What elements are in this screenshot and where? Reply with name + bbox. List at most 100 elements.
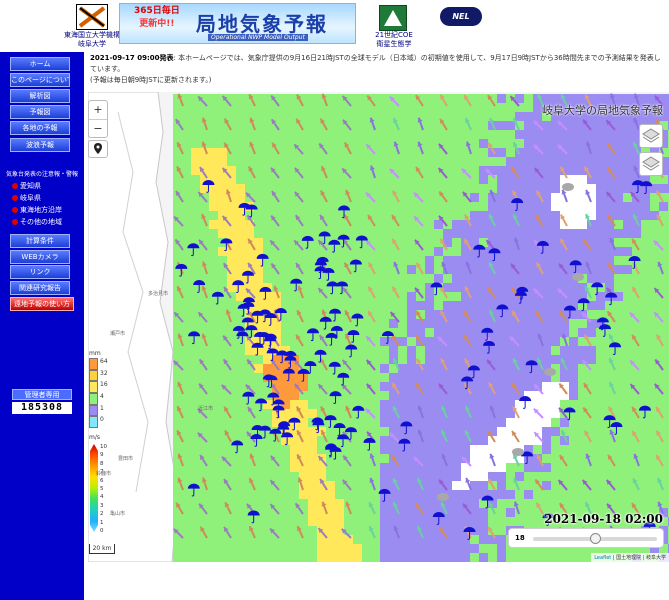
precip-cell xyxy=(596,139,606,149)
nav-item2-3[interactable]: 関連研究報告 xyxy=(10,281,70,295)
precip-cell xyxy=(623,265,633,275)
precip-cell xyxy=(425,328,435,338)
precip-cell xyxy=(470,175,480,185)
nav-item-2[interactable]: 解析図 xyxy=(10,89,70,103)
precip-cell xyxy=(191,445,201,455)
precip-cell xyxy=(371,391,381,401)
precip-cell xyxy=(524,274,534,284)
precip-cell xyxy=(236,400,246,410)
precip-cell xyxy=(371,139,381,149)
layer-switch-button[interactable] xyxy=(639,124,663,148)
coe-logo[interactable] xyxy=(379,5,407,31)
locate-button[interactable] xyxy=(88,140,108,158)
precip-cell xyxy=(542,427,552,437)
precip-cell xyxy=(371,544,381,554)
precip-cell xyxy=(200,463,210,473)
forecast-time-label: 2021-09-18 02:00 xyxy=(544,512,663,526)
map[interactable]: + − 岐阜大学の局地気象予報 mm 64 32 16 4 1 0 m/s 10 9 8 7 6 5… xyxy=(88,92,669,562)
zoom-out-button[interactable]: − xyxy=(89,120,107,138)
precip-cell xyxy=(497,319,507,329)
nav-item2-0[interactable]: 計算条件 xyxy=(10,234,70,248)
precip-cell xyxy=(281,94,291,104)
precip-cell xyxy=(173,229,183,239)
precip-cell xyxy=(488,301,498,311)
precip-cell xyxy=(569,391,579,401)
warning-link-3[interactable]: その他の地域 xyxy=(12,217,62,227)
precip-cell xyxy=(344,445,354,455)
precip-cell xyxy=(614,463,624,473)
precip-cell xyxy=(434,319,444,329)
precip-cell xyxy=(560,463,570,473)
nav-item2-2[interactable]: リンク xyxy=(10,265,70,279)
nel-logo[interactable]: NEL xyxy=(440,7,482,26)
precip-cell xyxy=(317,517,327,527)
warning-link-2[interactable]: 東海地方沿岸 xyxy=(12,205,62,215)
precip-cell xyxy=(299,400,309,410)
precip-cell xyxy=(308,283,318,293)
precip-cell xyxy=(542,499,552,509)
precip-cell xyxy=(398,283,408,293)
zoom-in-button[interactable]: + xyxy=(89,101,107,120)
precip-cell xyxy=(191,166,201,176)
nav-item-4[interactable]: 各地の予報 xyxy=(10,121,70,135)
precip-cell xyxy=(380,418,390,428)
precip-cell xyxy=(182,346,192,356)
nav-item-3[interactable]: 予報図 xyxy=(10,105,70,119)
cloud-icon xyxy=(562,183,574,191)
warning-link-0[interactable]: 愛知県 xyxy=(12,181,41,191)
time-slider-thumb[interactable] xyxy=(590,533,601,544)
map-canvas[interactable] xyxy=(88,92,669,562)
precip-cell xyxy=(479,148,489,158)
precip-cell xyxy=(641,220,651,230)
precip-cell xyxy=(371,490,381,500)
precip-cell xyxy=(623,337,633,347)
layer-switch-button-2[interactable] xyxy=(639,152,663,176)
banner[interactable]: 365日毎日 更新中!! 局地気象予報 Operational NWP Mode… xyxy=(119,3,356,44)
precip-cell xyxy=(479,382,489,392)
precip-cell xyxy=(290,301,300,311)
precip-cell xyxy=(452,355,462,365)
precip-cell xyxy=(515,184,525,194)
nav-item2-1[interactable]: WEBカメラ xyxy=(10,250,70,264)
precip-cell xyxy=(371,256,381,266)
precip-cell xyxy=(524,148,534,158)
precip-cell xyxy=(353,103,363,113)
precip-cell xyxy=(533,157,543,167)
precip-cell xyxy=(434,148,444,158)
warning-link-1[interactable]: 岐阜県 xyxy=(12,193,41,203)
precip-cell xyxy=(479,274,489,284)
precip-cell xyxy=(407,328,417,338)
precip-cell xyxy=(425,544,435,554)
precip-cell xyxy=(596,211,606,221)
precip-cell xyxy=(299,103,309,113)
university-logo[interactable] xyxy=(76,4,108,30)
precip-cell xyxy=(524,418,534,428)
nav-item-0[interactable]: ホーム xyxy=(10,57,70,71)
precip-cell xyxy=(236,364,246,374)
precip-cell xyxy=(506,292,516,302)
precip-cell xyxy=(263,193,273,203)
precip-cell xyxy=(479,184,489,194)
precip-cell xyxy=(614,427,624,437)
counter-label: 管理者専用 xyxy=(12,389,72,400)
leaflet-link[interactable]: Leaflet xyxy=(594,555,611,561)
precip-cell xyxy=(227,202,237,212)
nav-item-5[interactable]: 波浪予報 xyxy=(10,138,70,152)
nav-item-1[interactable]: このページについて xyxy=(10,73,70,87)
precip-cell xyxy=(308,292,318,302)
precip-cell xyxy=(470,400,480,410)
precip-cell xyxy=(407,517,417,527)
precip-cell xyxy=(245,373,255,383)
precip-cell xyxy=(479,364,489,374)
red-button[interactable]: 遠地予報の使い方 xyxy=(10,297,74,311)
precip-cell xyxy=(596,265,606,275)
precip-cell xyxy=(371,535,381,545)
precip-cell xyxy=(596,193,606,203)
precip-cell xyxy=(380,202,390,212)
precip-cell xyxy=(542,355,552,365)
precip-cell xyxy=(362,418,372,428)
precip-cell xyxy=(497,103,507,113)
precip-cell xyxy=(425,409,435,419)
precip-cell xyxy=(605,202,615,212)
precip-cell xyxy=(416,184,426,194)
